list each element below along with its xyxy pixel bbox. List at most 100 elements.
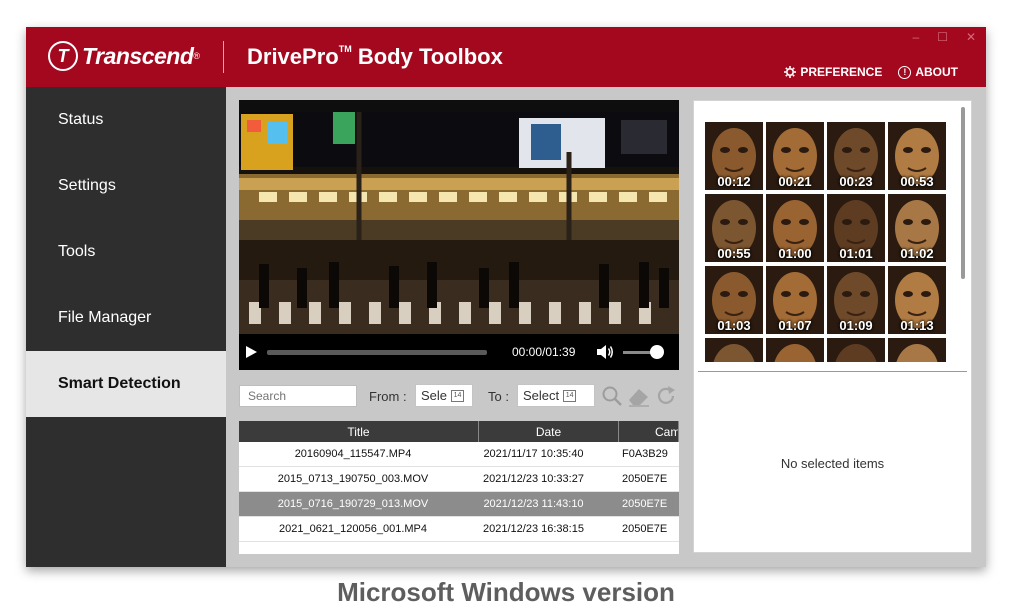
thumbnail-timestamp: 00:21 (778, 174, 812, 189)
cell-date: 2021/12/23 10:33:27 (483, 473, 584, 485)
nav-label: File Manager (58, 309, 152, 326)
cell-camera: F0A3B29 (622, 448, 668, 460)
face-thumbnail[interactable]: 01:09 (827, 266, 885, 334)
face-image (827, 338, 885, 362)
search-input[interactable] (239, 385, 357, 407)
face-thumbnail[interactable]: 01:00 (766, 194, 824, 262)
window-controls: – ☐ ✕ (912, 30, 976, 44)
search-icon[interactable] (601, 385, 623, 407)
face-thumbnail[interactable]: 01:02 (888, 194, 946, 262)
volume-knob[interactable] (650, 344, 665, 359)
time-display: 00:00/01:39 (512, 345, 576, 359)
column-header-camera[interactable]: Camera (619, 421, 679, 442)
gear-icon (784, 66, 797, 78)
preference-button[interactable]: PREFERENCE (784, 65, 882, 79)
nav-item-status[interactable]: Status (26, 87, 226, 153)
about-label: ABOUT (915, 65, 958, 79)
refresh-icon[interactable] (655, 385, 677, 407)
face-thumbnail[interactable] (705, 338, 763, 362)
nav-label: Smart Detection (58, 375, 181, 392)
nav-label: Status (58, 111, 104, 128)
video-scene-image (239, 112, 679, 334)
face-thumbnail[interactable]: 01:13 (888, 266, 946, 334)
column-header-title[interactable]: Title (239, 421, 479, 442)
cell-camera: 2050E7E (622, 498, 668, 510)
table-row[interactable]: 2021_0621_120056_001.MP4 2021/12/23 16:3… (239, 517, 679, 542)
face-thumbnail[interactable]: 00:12 (705, 122, 763, 190)
minimize-button[interactable]: – (912, 30, 919, 44)
face-thumbnail[interactable]: 00:53 (888, 122, 946, 190)
cell-date: 2021/12/23 11:43:10 (483, 498, 584, 510)
to-label: To : (488, 389, 509, 404)
info-icon: ! (898, 65, 912, 79)
face-thumbnail[interactable]: 01:03 (705, 266, 763, 334)
filter-bar: From : Sele14 To : Select14 (239, 383, 679, 409)
title-bar: T Transcend ® DriveProTM Body Toolbox – ☐… (26, 27, 986, 87)
face-thumbnail[interactable]: 00:55 (705, 194, 763, 262)
volume-slider[interactable] (623, 344, 665, 359)
table-row[interactable]: 2015_0713_190750_003.MOV 2021/12/23 10:3… (239, 467, 679, 492)
progress-slider[interactable] (267, 349, 487, 355)
nav-label: Tools (58, 243, 96, 260)
calendar-icon: 14 (451, 389, 465, 402)
face-thumbnail[interactable]: 00:21 (766, 122, 824, 190)
table-row-selected[interactable]: 2015_0716_190729_013.MOV 2021/12/23 11:4… (239, 492, 679, 517)
preference-label: PREFERENCE (800, 65, 883, 79)
face-thumbnail[interactable]: 01:07 (766, 266, 824, 334)
maximize-button[interactable]: ☐ (937, 30, 948, 44)
no-selection-message: No selected items (780, 456, 885, 471)
player-controls: 00:00/01:39 (239, 334, 679, 370)
eraser-icon[interactable] (627, 385, 651, 407)
transcend-logo: T Transcend ® (48, 41, 200, 71)
play-icon[interactable] (243, 344, 259, 360)
volume-icon[interactable] (595, 343, 615, 361)
video-table: Title Date Camera 20160904_115547.MP4 20… (239, 421, 679, 554)
nav-item-file-manager[interactable]: File Manager (26, 285, 226, 351)
face-thumbnail[interactable]: 01:01 (827, 194, 885, 262)
about-button[interactable]: ! ABOUT (898, 65, 958, 79)
nav-item-settings[interactable]: Settings (26, 153, 226, 219)
cell-camera: 2050E7E (622, 473, 668, 485)
thumbnail-timestamp: 00:55 (717, 246, 751, 261)
to-date-value: Select (523, 388, 560, 403)
brand-name: Transcend (82, 42, 194, 69)
cell-camera: 2050E7E (622, 523, 668, 535)
nav-item-smart-detection[interactable]: Smart Detection (26, 351, 226, 417)
sidebar: Status Settings Tools File Manager Smart… (26, 87, 226, 567)
cell-date: 2021/12/23 16:38:15 (483, 523, 584, 535)
column-header-date[interactable]: Date (479, 421, 619, 442)
detection-panel: 00:12 00:21 00:23 00:53 00:55 01:00 01:01 01:02… (693, 100, 972, 553)
thumbnail-timestamp: 01:01 (839, 246, 873, 261)
cell-title: 2015_0716_190729_013.MOV (277, 498, 429, 510)
registered-mark: ® (193, 51, 201, 61)
app-title-suffix: Body Toolbox (351, 44, 503, 69)
nav-item-tools[interactable]: Tools (26, 219, 226, 285)
cell-date: 2021/11/17 10:35:40 (483, 448, 584, 460)
cell-title: 2015_0713_190750_003.MOV (277, 473, 429, 485)
cell-title: 20160904_115547.MP4 (294, 448, 412, 460)
thumbnail-scrollbar[interactable] (961, 107, 965, 279)
top-actions: PREFERENCE ! ABOUT (784, 65, 958, 79)
face-thumbnail[interactable] (827, 338, 885, 362)
app-title-main: DrivePro (247, 44, 339, 69)
table-row[interactable]: 20160904_115547.MP4 2021/11/17 10:35:40 … (239, 442, 679, 467)
caption: Microsoft Windows version (337, 577, 675, 607)
thumbnail-timestamp: 01:00 (778, 246, 812, 261)
from-date-picker[interactable]: Sele 14 (415, 384, 473, 407)
face-image (705, 338, 763, 362)
close-button[interactable]: ✕ (966, 30, 976, 44)
thumbnail-timestamp: 01:13 (900, 318, 934, 333)
face-thumbnail[interactable] (888, 338, 946, 362)
to-date-picker[interactable]: Select 14 (517, 384, 595, 407)
face-thumbnail[interactable] (766, 338, 824, 362)
face-thumbnail[interactable]: 00:23 (827, 122, 885, 190)
app-title: DriveProTM Body Toolbox (247, 44, 503, 70)
video-frame[interactable] (239, 112, 679, 334)
nav-label: Settings (58, 177, 116, 194)
thumbnail-timestamp: 01:02 (900, 246, 934, 261)
thumbnail-timestamp: 00:23 (839, 174, 873, 189)
trademark: TM (338, 44, 352, 54)
transcend-logo-mark: T (48, 41, 78, 71)
title-divider (223, 41, 224, 73)
from-date-value: Sele (421, 388, 448, 403)
